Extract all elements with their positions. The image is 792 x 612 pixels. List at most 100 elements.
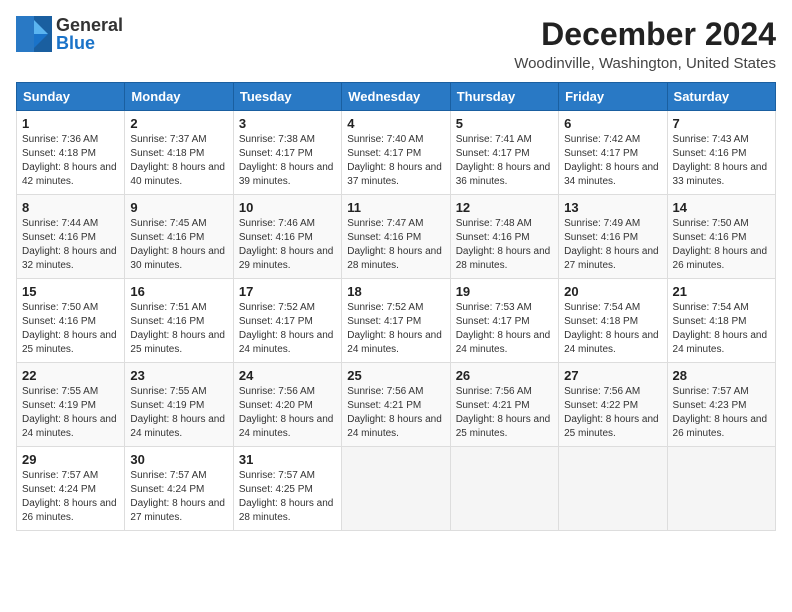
daylight-label: Daylight: 8 hours and 24 minutes. xyxy=(239,330,334,355)
sunset-label: Sunset: 4:20 PM xyxy=(239,400,313,411)
day-number: 28 xyxy=(673,368,770,383)
sunset-label: Sunset: 4:22 PM xyxy=(564,400,638,411)
calendar-cell: 29 Sunrise: 7:57 AM Sunset: 4:24 PM Dayl… xyxy=(17,447,125,531)
sunrise-label: Sunrise: 7:55 AM xyxy=(130,386,206,397)
calendar-cell: 26 Sunrise: 7:56 AM Sunset: 4:21 PM Dayl… xyxy=(450,363,558,447)
day-info: Sunrise: 7:57 AM Sunset: 4:23 PM Dayligh… xyxy=(673,385,770,441)
daylight-label: Daylight: 8 hours and 27 minutes. xyxy=(564,246,659,271)
day-info: Sunrise: 7:47 AM Sunset: 4:16 PM Dayligh… xyxy=(347,217,444,273)
day-number: 12 xyxy=(456,200,553,215)
sunset-label: Sunset: 4:25 PM xyxy=(239,484,313,495)
calendar-cell: 22 Sunrise: 7:55 AM Sunset: 4:19 PM Dayl… xyxy=(17,363,125,447)
day-info: Sunrise: 7:54 AM Sunset: 4:18 PM Dayligh… xyxy=(564,301,661,357)
day-number: 2 xyxy=(130,116,227,131)
sunrise-label: Sunrise: 7:54 AM xyxy=(564,302,640,313)
day-number: 24 xyxy=(239,368,336,383)
sunrise-label: Sunrise: 7:51 AM xyxy=(130,302,206,313)
day-info: Sunrise: 7:45 AM Sunset: 4:16 PM Dayligh… xyxy=(130,217,227,273)
calendar-cell: 31 Sunrise: 7:57 AM Sunset: 4:25 PM Dayl… xyxy=(233,447,341,531)
day-number: 6 xyxy=(564,116,661,131)
calendar-cell: 24 Sunrise: 7:56 AM Sunset: 4:20 PM Dayl… xyxy=(233,363,341,447)
day-number: 19 xyxy=(456,284,553,299)
day-number: 10 xyxy=(239,200,336,215)
daylight-label: Daylight: 8 hours and 24 minutes. xyxy=(673,330,768,355)
logo-blue-text: Blue xyxy=(56,34,123,52)
day-number: 13 xyxy=(564,200,661,215)
calendar-cell: 15 Sunrise: 7:50 AM Sunset: 4:16 PM Dayl… xyxy=(17,279,125,363)
sunrise-label: Sunrise: 7:56 AM xyxy=(239,386,315,397)
sunrise-label: Sunrise: 7:44 AM xyxy=(22,218,98,229)
calendar-cell: 1 Sunrise: 7:36 AM Sunset: 4:18 PM Dayli… xyxy=(17,111,125,195)
day-info: Sunrise: 7:38 AM Sunset: 4:17 PM Dayligh… xyxy=(239,133,336,189)
sunrise-label: Sunrise: 7:56 AM xyxy=(347,386,423,397)
daylight-label: Daylight: 8 hours and 30 minutes. xyxy=(130,246,225,271)
sunset-label: Sunset: 4:16 PM xyxy=(239,232,313,243)
sunset-label: Sunset: 4:18 PM xyxy=(22,148,96,159)
day-number: 17 xyxy=(239,284,336,299)
calendar-cell: 18 Sunrise: 7:52 AM Sunset: 4:17 PM Dayl… xyxy=(342,279,450,363)
weekday-header-row: SundayMondayTuesdayWednesdayThursdayFrid… xyxy=(17,83,776,111)
weekday-header-sunday: Sunday xyxy=(17,83,125,111)
day-info: Sunrise: 7:50 AM Sunset: 4:16 PM Dayligh… xyxy=(673,217,770,273)
calendar-cell: 12 Sunrise: 7:48 AM Sunset: 4:16 PM Dayl… xyxy=(450,195,558,279)
weekday-header-monday: Monday xyxy=(125,83,233,111)
calendar-week-1: 1 Sunrise: 7:36 AM Sunset: 4:18 PM Dayli… xyxy=(17,111,776,195)
sunrise-label: Sunrise: 7:55 AM xyxy=(22,386,98,397)
calendar-cell: 3 Sunrise: 7:38 AM Sunset: 4:17 PM Dayli… xyxy=(233,111,341,195)
sunrise-label: Sunrise: 7:57 AM xyxy=(22,470,98,481)
calendar-week-2: 8 Sunrise: 7:44 AM Sunset: 4:16 PM Dayli… xyxy=(17,195,776,279)
daylight-label: Daylight: 8 hours and 26 minutes. xyxy=(22,498,117,523)
month-title: December 2024 xyxy=(514,16,776,53)
day-info: Sunrise: 7:52 AM Sunset: 4:17 PM Dayligh… xyxy=(347,301,444,357)
weekday-header-saturday: Saturday xyxy=(667,83,775,111)
calendar-week-3: 15 Sunrise: 7:50 AM Sunset: 4:16 PM Dayl… xyxy=(17,279,776,363)
page-container: General Blue December 2024 Woodinville, … xyxy=(16,16,776,531)
daylight-label: Daylight: 8 hours and 26 minutes. xyxy=(673,414,768,439)
sunset-label: Sunset: 4:23 PM xyxy=(673,400,747,411)
daylight-label: Daylight: 8 hours and 28 minutes. xyxy=(456,246,551,271)
daylight-label: Daylight: 8 hours and 24 minutes. xyxy=(130,414,225,439)
day-info: Sunrise: 7:49 AM Sunset: 4:16 PM Dayligh… xyxy=(564,217,661,273)
day-info: Sunrise: 7:46 AM Sunset: 4:16 PM Dayligh… xyxy=(239,217,336,273)
day-info: Sunrise: 7:56 AM Sunset: 4:21 PM Dayligh… xyxy=(456,385,553,441)
calendar-cell: 2 Sunrise: 7:37 AM Sunset: 4:18 PM Dayli… xyxy=(125,111,233,195)
daylight-label: Daylight: 8 hours and 24 minutes. xyxy=(22,414,117,439)
daylight-label: Daylight: 8 hours and 36 minutes. xyxy=(456,162,551,187)
calendar-cell: 14 Sunrise: 7:50 AM Sunset: 4:16 PM Dayl… xyxy=(667,195,775,279)
day-info: Sunrise: 7:37 AM Sunset: 4:18 PM Dayligh… xyxy=(130,133,227,189)
day-number: 30 xyxy=(130,452,227,467)
title-section: December 2024 Woodinville, Washington, U… xyxy=(514,16,776,72)
sunset-label: Sunset: 4:17 PM xyxy=(347,316,421,327)
calendar-cell xyxy=(559,447,667,531)
calendar-cell: 17 Sunrise: 7:52 AM Sunset: 4:17 PM Dayl… xyxy=(233,279,341,363)
calendar-cell: 30 Sunrise: 7:57 AM Sunset: 4:24 PM Dayl… xyxy=(125,447,233,531)
calendar-cell xyxy=(342,447,450,531)
day-number: 29 xyxy=(22,452,119,467)
calendar-cell: 23 Sunrise: 7:55 AM Sunset: 4:19 PM Dayl… xyxy=(125,363,233,447)
day-number: 7 xyxy=(673,116,770,131)
day-number: 23 xyxy=(130,368,227,383)
daylight-label: Daylight: 8 hours and 28 minutes. xyxy=(239,498,334,523)
sunset-label: Sunset: 4:16 PM xyxy=(130,316,204,327)
day-number: 31 xyxy=(239,452,336,467)
day-info: Sunrise: 7:55 AM Sunset: 4:19 PM Dayligh… xyxy=(22,385,119,441)
sunset-label: Sunset: 4:17 PM xyxy=(456,316,530,327)
sunset-label: Sunset: 4:16 PM xyxy=(347,232,421,243)
calendar-cell: 11 Sunrise: 7:47 AM Sunset: 4:16 PM Dayl… xyxy=(342,195,450,279)
sunset-label: Sunset: 4:19 PM xyxy=(130,400,204,411)
calendar-cell: 10 Sunrise: 7:46 AM Sunset: 4:16 PM Dayl… xyxy=(233,195,341,279)
sunrise-label: Sunrise: 7:50 AM xyxy=(22,302,98,313)
day-number: 21 xyxy=(673,284,770,299)
day-info: Sunrise: 7:48 AM Sunset: 4:16 PM Dayligh… xyxy=(456,217,553,273)
daylight-label: Daylight: 8 hours and 24 minutes. xyxy=(347,414,442,439)
day-info: Sunrise: 7:43 AM Sunset: 4:16 PM Dayligh… xyxy=(673,133,770,189)
sunset-label: Sunset: 4:24 PM xyxy=(22,484,96,495)
sunrise-label: Sunrise: 7:45 AM xyxy=(130,218,206,229)
sunrise-label: Sunrise: 7:43 AM xyxy=(673,134,749,145)
day-number: 27 xyxy=(564,368,661,383)
day-info: Sunrise: 7:54 AM Sunset: 4:18 PM Dayligh… xyxy=(673,301,770,357)
calendar-cell: 19 Sunrise: 7:53 AM Sunset: 4:17 PM Dayl… xyxy=(450,279,558,363)
day-info: Sunrise: 7:52 AM Sunset: 4:17 PM Dayligh… xyxy=(239,301,336,357)
calendar-cell: 21 Sunrise: 7:54 AM Sunset: 4:18 PM Dayl… xyxy=(667,279,775,363)
daylight-label: Daylight: 8 hours and 25 minutes. xyxy=(22,330,117,355)
